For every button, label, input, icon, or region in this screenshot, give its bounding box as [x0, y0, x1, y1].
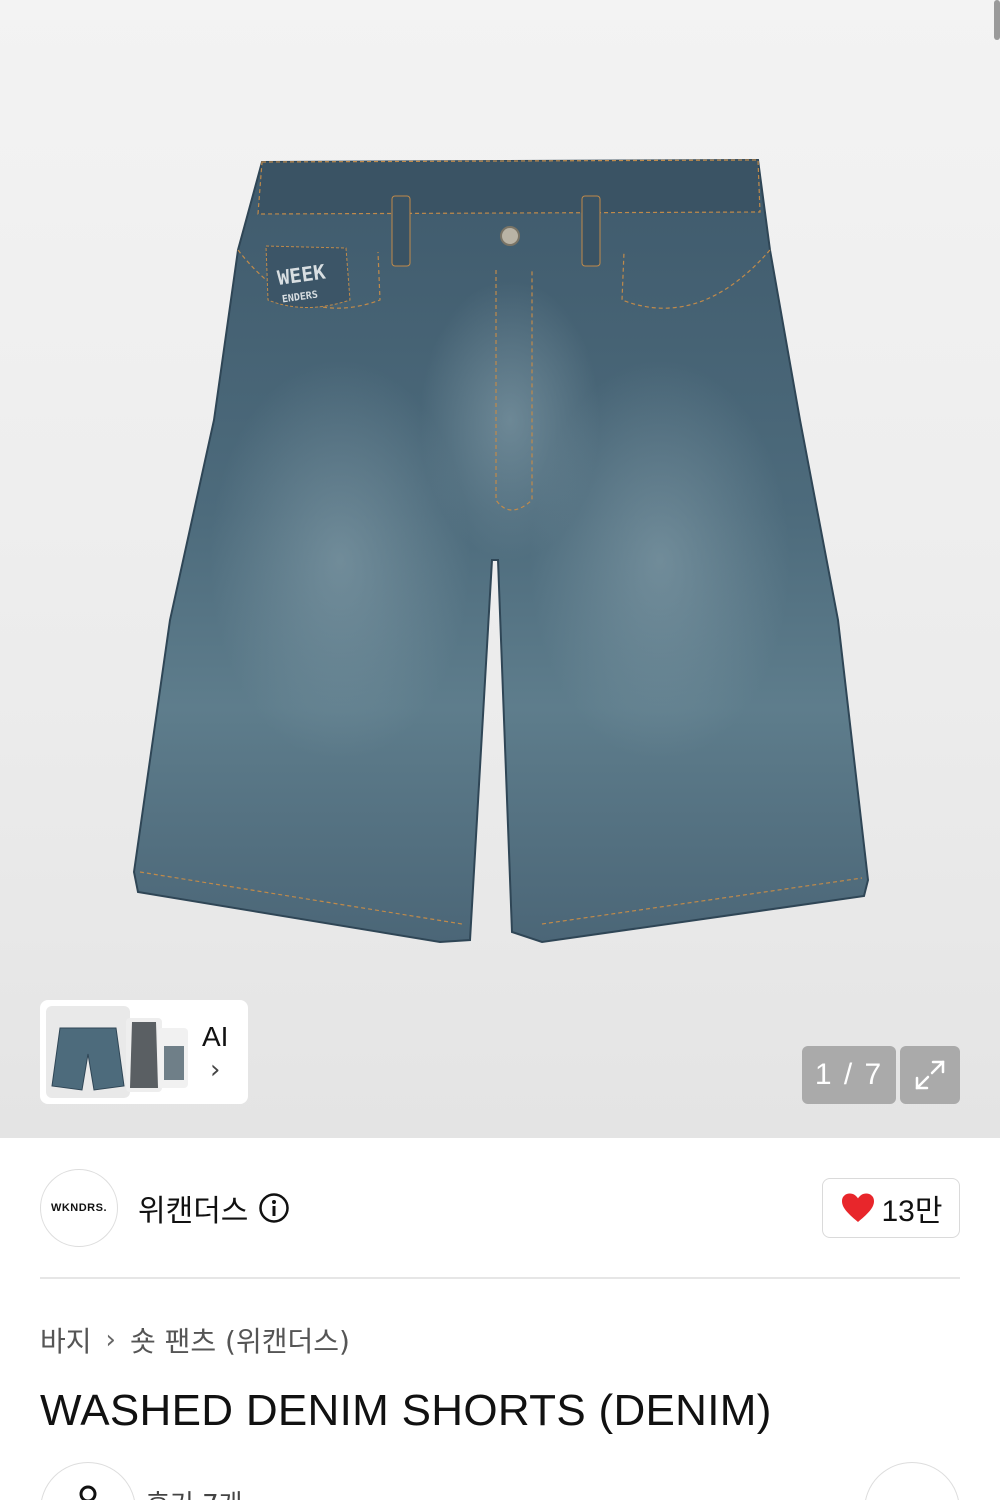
expand-icon [915, 1060, 945, 1090]
breadcrumb: 바지 › 숏 팬츠 (위캔더스) [40, 1320, 350, 1360]
info-icon [259, 1193, 290, 1223]
like-button[interactable]: 13만 [822, 1178, 960, 1238]
scroll-indicator[interactable] [994, 0, 1000, 40]
like-count: 13만 [881, 1195, 943, 1228]
brand-name[interactable]: 위캔더스 [138, 1186, 248, 1230]
brand-info-button[interactable] [258, 1192, 290, 1224]
review-count[interactable]: 후기 7개 [146, 1484, 243, 1500]
ai-thumbnails [46, 1006, 188, 1098]
ai-recommendation-button[interactable]: AI › [40, 1000, 248, 1104]
ai-label: AI [202, 1021, 229, 1052]
reviewer-avatar[interactable] [40, 1462, 136, 1500]
brand-logo[interactable]: WKNDRS. [40, 1169, 118, 1247]
user-icon [79, 1485, 97, 1500]
fullscreen-button[interactable] [900, 1046, 960, 1104]
ai-thumbnail-shorts [46, 1006, 130, 1098]
breadcrumb-category[interactable]: 바지 [40, 1320, 92, 1360]
image-page-counter: 1 / 7 [802, 1046, 896, 1104]
chevron-right-icon: › [105, 1325, 116, 1355]
product-image-gallery[interactable]: WEEK ENDERS AI › 1 / 7 [0, 0, 1000, 1138]
brand-logo-text: WKNDRS. [50, 1202, 108, 1214]
heart-icon [841, 1193, 874, 1222]
chevron-right-icon: › [210, 1055, 221, 1085]
divider [40, 1277, 960, 1279]
brand-row: WKNDRS. 위캔더스 13만 [40, 1168, 960, 1248]
product-title: WASHED DENIM SHORTS (DENIM) [40, 1386, 772, 1435]
round-action-button[interactable] [864, 1462, 960, 1500]
product-photo-denim-shorts[interactable]: WEEK ENDERS [0, 0, 1000, 1138]
review-row: 후기 7개 [40, 1462, 960, 1500]
breadcrumb-subcategory[interactable]: 숏 팬츠 (위캔더스) [130, 1320, 350, 1360]
ai-thumbnail-item-2 [126, 1018, 162, 1092]
ai-thumbnail-item-3 [158, 1028, 188, 1088]
